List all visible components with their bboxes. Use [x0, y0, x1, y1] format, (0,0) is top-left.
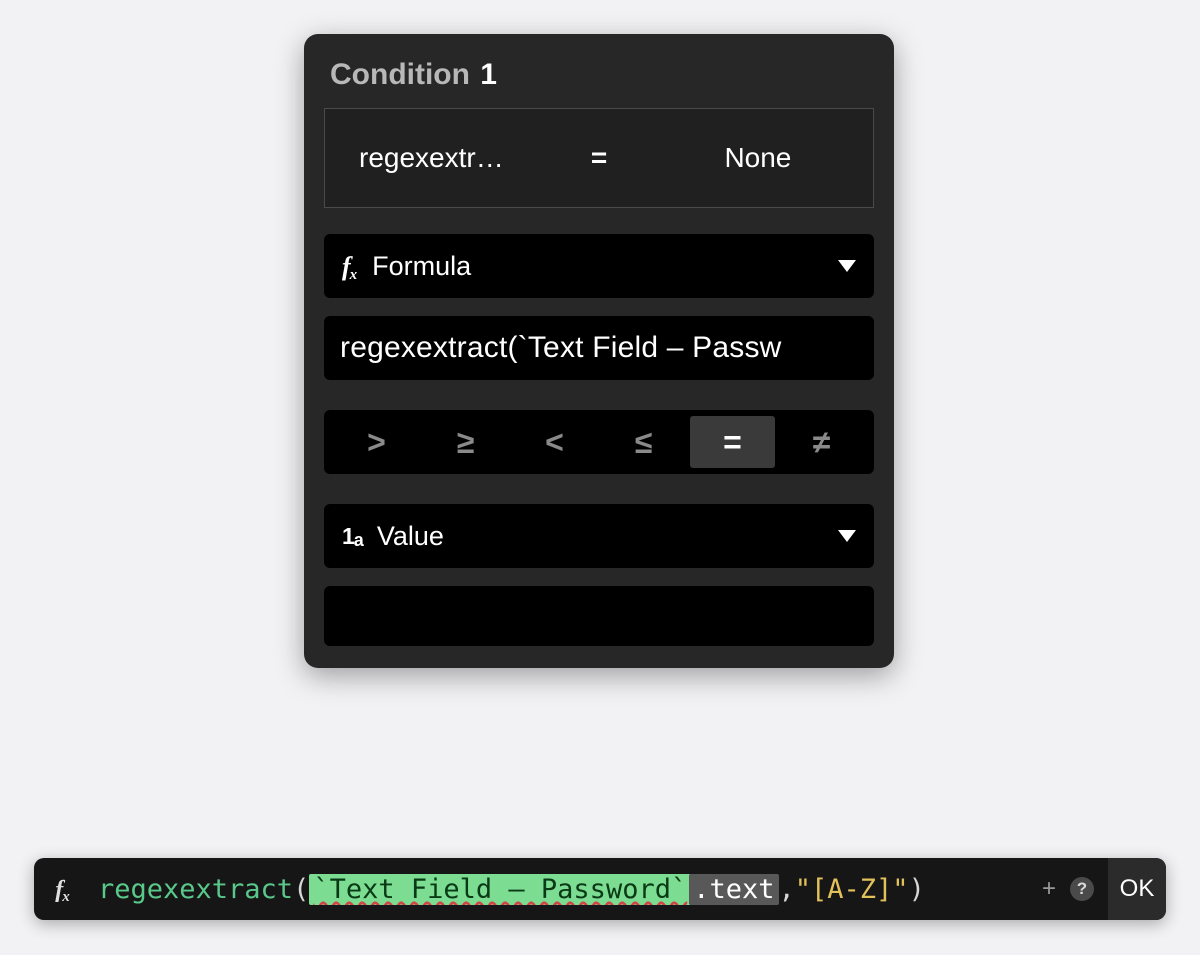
preview-operator: =	[555, 142, 643, 174]
condition-panel: Condition 1 regexextr… = None f Formula …	[304, 34, 894, 668]
token-comma: ,	[779, 874, 795, 905]
add-button[interactable]: +	[1042, 875, 1056, 903]
ok-button-label: OK	[1120, 875, 1155, 903]
operator-eq[interactable]: =	[690, 416, 775, 468]
operator-lte[interactable]: ≤	[601, 416, 686, 468]
operator-gte[interactable]: ≥	[423, 416, 508, 468]
token-close-paren: )	[909, 874, 925, 905]
token-string: "[A-Z]"	[795, 874, 909, 905]
operator-selector: > ≥ < ≤ = ≠	[324, 410, 874, 474]
operator-lt[interactable]: <	[512, 416, 597, 468]
condition-title-prefix: Condition	[330, 58, 470, 91]
compare-type-dropdown[interactable]: 1a Value	[324, 504, 874, 568]
formula-dropdown-label: Formula	[372, 251, 471, 282]
operator-neq[interactable]: ≠	[779, 416, 864, 468]
chevron-down-icon	[838, 260, 856, 272]
formula-bar-icon: f	[34, 876, 92, 903]
operator-gt[interactable]: >	[334, 416, 419, 468]
value-dropdown-label: Value	[377, 521, 444, 552]
condition-preview: regexextr… = None	[324, 108, 874, 208]
formula-bar-input[interactable]: regexextract(`Text Field – Password`.tex…	[92, 874, 1034, 905]
formula-bar-actions: + ?	[1034, 875, 1108, 903]
token-open-paren: (	[293, 874, 309, 905]
help-button[interactable]: ?	[1070, 877, 1094, 901]
ok-button[interactable]: OK	[1108, 858, 1166, 920]
formula-type-dropdown[interactable]: f Formula	[324, 234, 874, 298]
token-field-reference: `Text Field – Password`	[309, 874, 691, 905]
token-function: regexextract	[98, 874, 293, 905]
compare-value-input[interactable]	[324, 586, 874, 646]
formula-input[interactable]: regexextract(`Text Field – Passw	[324, 316, 874, 380]
preview-left-expr: regexextr…	[325, 142, 555, 174]
token-property: .text	[689, 874, 778, 905]
formula-bar: f regexextract(`Text Field – Password`.t…	[34, 858, 1166, 920]
formula-icon: f	[342, 252, 358, 282]
formula-text: regexextract(`Text Field – Passw	[340, 331, 782, 365]
formula-icon: f	[55, 877, 71, 904]
chevron-down-icon	[838, 530, 856, 542]
condition-title-number: 1	[480, 58, 497, 91]
preview-right-value: None	[643, 142, 873, 174]
value-icon: 1a	[342, 523, 363, 550]
condition-title: Condition 1	[322, 54, 876, 108]
